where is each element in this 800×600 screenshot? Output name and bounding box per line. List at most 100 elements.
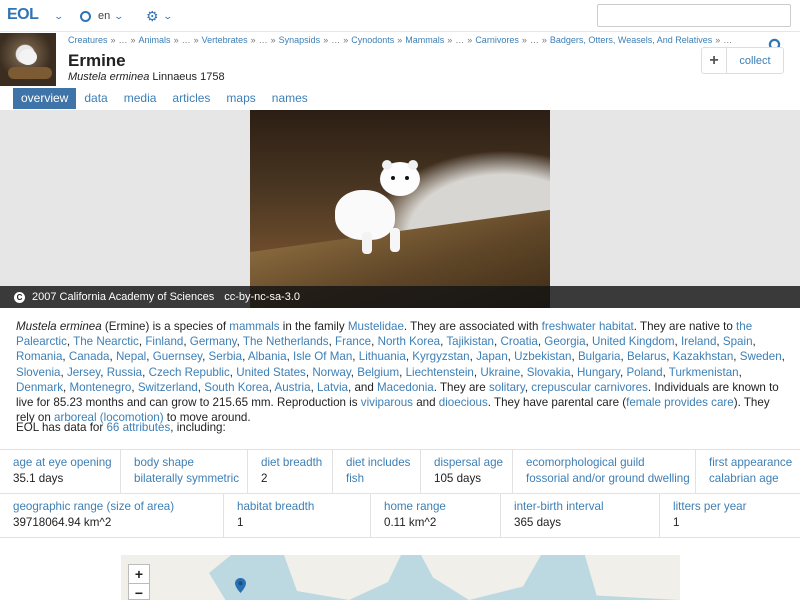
- link-female-provides-care[interactable]: female provides care: [626, 396, 734, 409]
- collect-button[interactable]: + collect: [701, 47, 784, 74]
- link-native-place[interactable]: Bulgaria: [578, 350, 621, 363]
- link-native-place[interactable]: Sweden: [740, 350, 782, 363]
- attribute-cell[interactable]: litters per year 1: [659, 494, 800, 537]
- link-native-place[interactable]: Switzerland: [138, 381, 198, 394]
- breadcrumb-link[interactable]: Carnivores: [475, 35, 519, 45]
- link-native-place[interactable]: Tajikistan: [446, 335, 494, 348]
- link-native-place[interactable]: Czech Republic: [149, 366, 230, 379]
- eol-logo[interactable]: EOL: [7, 6, 39, 24]
- breadcrumb-link[interactable]: Creatures: [68, 35, 108, 45]
- tab-articles[interactable]: articles: [164, 88, 218, 109]
- ermine-photo[interactable]: [250, 110, 550, 308]
- attribute-cell[interactable]: body shape bilaterally symmetric: [120, 450, 247, 493]
- link-native-place[interactable]: Lithuania: [359, 350, 406, 363]
- breadcrumb-separator: …: [118, 35, 128, 45]
- attribute-cell[interactable]: dispersal age 105 days: [420, 450, 512, 493]
- link-66-attributes[interactable]: 66 attributes: [106, 421, 170, 434]
- link-native-place[interactable]: Kazakhstan: [673, 350, 734, 363]
- link-native-place[interactable]: Nepal: [116, 350, 146, 363]
- link-native-place[interactable]: Romania: [16, 350, 62, 363]
- link-native-place[interactable]: Slovakia: [527, 366, 571, 379]
- link-native-place[interactable]: The Nearctic: [73, 335, 139, 348]
- link-native-place[interactable]: The Netherlands: [243, 335, 329, 348]
- link-native-place[interactable]: Belgium: [357, 366, 399, 379]
- link-native-place[interactable]: Isle Of Man: [293, 350, 352, 363]
- link-native-place[interactable]: Poland: [626, 366, 662, 379]
- link-mustelidae[interactable]: Mustelidae: [348, 320, 404, 333]
- link-viviparous[interactable]: viviparous: [361, 396, 413, 409]
- link-native-place[interactable]: Kyrgyzstan: [412, 350, 469, 363]
- link-native-place[interactable]: Albania: [248, 350, 287, 363]
- distribution-map[interactable]: [121, 555, 680, 600]
- map-zoom-out-button[interactable]: −: [128, 584, 150, 600]
- tab-media[interactable]: media: [116, 88, 165, 109]
- species-thumbnail[interactable]: [0, 33, 56, 86]
- settings-dropdown[interactable]: ⚙ ⌄: [146, 8, 173, 24]
- attribute-cell[interactable]: ecomorphological guild fossorial and/or g…: [512, 450, 695, 493]
- link-native-place[interactable]: North Korea: [378, 335, 441, 348]
- link-solitary[interactable]: solitary: [489, 381, 525, 394]
- link-native-place[interactable]: Japan: [476, 350, 508, 363]
- link-dioecious[interactable]: dioecious: [439, 396, 488, 409]
- breadcrumb-link[interactable]: Synapsids: [279, 35, 321, 45]
- breadcrumb-link[interactable]: Cynodonts: [351, 35, 394, 45]
- logo-menu-dropdown[interactable]: ⌄: [50, 8, 64, 24]
- link-native-place[interactable]: Macedonia: [377, 381, 434, 394]
- link-mammals[interactable]: mammals: [229, 320, 279, 333]
- link-native-place[interactable]: Denmark: [16, 381, 63, 394]
- breadcrumb-link[interactable]: Badgers, Otters, Weasels, And Relatives: [550, 35, 712, 45]
- tab-names[interactable]: names: [264, 88, 316, 109]
- link-native-place[interactable]: Serbia: [209, 350, 243, 363]
- copyright-icon: C: [14, 291, 25, 303]
- link-native-place[interactable]: Liechtenstein: [406, 366, 474, 379]
- search-input[interactable]: [597, 4, 791, 27]
- tab-overview[interactable]: overview: [13, 88, 77, 109]
- attribute-cell[interactable]: diet includes fish: [332, 450, 420, 493]
- link-native-place[interactable]: Guernsey: [153, 350, 202, 363]
- link-native-place[interactable]: Montenegro: [70, 381, 132, 394]
- link-native-place[interactable]: Turkmenistan: [669, 366, 739, 379]
- link-native-place[interactable]: Ukraine: [480, 366, 520, 379]
- attribute-cell[interactable]: home range 0.11 km^2: [370, 494, 500, 537]
- attribute-cell[interactable]: first appearance calabrian age: [695, 450, 800, 493]
- link-native-place[interactable]: Canada: [69, 350, 110, 363]
- link-native-place[interactable]: Georgia: [544, 335, 585, 348]
- link-native-place[interactable]: Finland: [145, 335, 183, 348]
- tab-maps[interactable]: maps: [218, 88, 263, 109]
- breadcrumb-separator: …: [455, 35, 465, 45]
- link-native-place[interactable]: Slovenia: [16, 366, 60, 379]
- link-native-place[interactable]: Austria: [275, 381, 311, 394]
- link-native-place[interactable]: Croatia: [500, 335, 537, 348]
- link-native-place[interactable]: Ireland: [681, 335, 716, 348]
- link-native-place[interactable]: Belarus: [627, 350, 666, 363]
- link-native-place[interactable]: United Kingdom: [592, 335, 675, 348]
- link-native-place[interactable]: Spain: [723, 335, 753, 348]
- link-native-place[interactable]: Latvia: [317, 381, 348, 394]
- map-marker-icon[interactable]: [235, 578, 246, 593]
- link-native-place[interactable]: Jersey: [67, 366, 100, 379]
- link-native-place[interactable]: Russia: [107, 366, 142, 379]
- link-native-place[interactable]: Germany: [190, 335, 237, 348]
- link-native-place[interactable]: Norway: [312, 366, 350, 379]
- link-native-place[interactable]: France: [335, 335, 371, 348]
- photo-ermine-leg: [362, 232, 372, 254]
- attributes-row: age at eye opening 35.1 days body shape bi…: [0, 449, 800, 493]
- attribute-cell[interactable]: age at eye opening 35.1 days: [0, 450, 120, 493]
- link-freshwater-habitat[interactable]: freshwater habitat: [542, 320, 634, 333]
- link-native-place[interactable]: United States: [236, 366, 306, 379]
- breadcrumb-link[interactable]: Animals: [139, 35, 171, 45]
- attribute-cell[interactable]: habitat breadth 1: [223, 494, 370, 537]
- breadcrumb-link[interactable]: Vertebrates: [202, 35, 248, 45]
- link-native-place[interactable]: South Korea: [204, 381, 268, 394]
- tab-data[interactable]: data: [76, 88, 115, 109]
- link-native-place[interactable]: Hungary: [577, 366, 620, 379]
- map-land: [284, 555, 401, 600]
- link-native-place[interactable]: Uzbekistan: [514, 350, 571, 363]
- breadcrumb-link[interactable]: Mammals: [405, 35, 444, 45]
- map-zoom-in-button[interactable]: +: [128, 564, 150, 584]
- attribute-cell[interactable]: diet breadth 2: [247, 450, 332, 493]
- attribute-cell[interactable]: inter-birth interval 365 days: [500, 494, 659, 537]
- attribute-cell[interactable]: geographic range (size of area) 39718064.…: [0, 494, 223, 537]
- language-dropdown[interactable]: en ⌄: [80, 8, 124, 24]
- link-crepuscular-carnivores[interactable]: crepuscular carnivores: [531, 381, 648, 394]
